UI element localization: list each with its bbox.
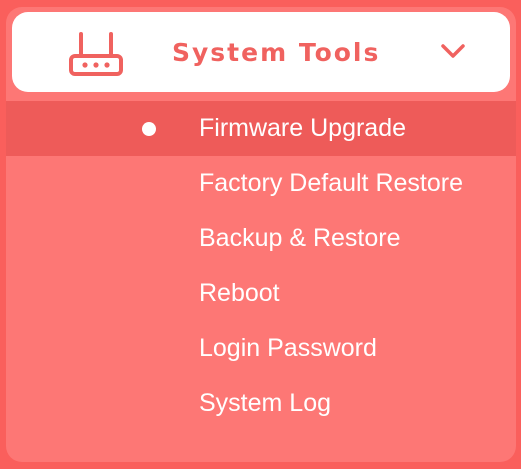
router-icon <box>69 32 123 76</box>
menu-item-label: Reboot <box>199 279 280 307</box>
active-indicator-icon <box>142 122 156 136</box>
menu-item-reboot[interactable]: Reboot <box>6 266 516 321</box>
chevron-down-icon[interactable] <box>440 42 466 60</box>
menu-item-label: Factory Default Restore <box>199 169 463 197</box>
menu-item-label: System Log <box>199 389 332 417</box>
menu-item-label: Firmware Upgrade <box>199 114 407 142</box>
app-frame: System Tools Firmware Upgrade Factory De… <box>0 0 521 469</box>
system-tools-panel: System Tools Firmware Upgrade Factory De… <box>6 7 516 462</box>
menu-item-label: Login Password <box>199 334 377 362</box>
menu-item-firmware-upgrade[interactable]: Firmware Upgrade <box>6 101 516 156</box>
system-tools-header[interactable]: System Tools <box>12 12 510 92</box>
menu-item-factory-default-restore[interactable]: Factory Default Restore <box>6 156 516 211</box>
system-tools-menu: Firmware Upgrade Factory Default Restore… <box>6 101 516 431</box>
menu-item-login-password[interactable]: Login Password <box>6 321 516 376</box>
section-title: System Tools <box>172 38 381 67</box>
menu-item-system-log[interactable]: System Log <box>6 376 516 431</box>
menu-item-backup-restore[interactable]: Backup & Restore <box>6 211 516 266</box>
menu-item-label: Backup & Restore <box>199 224 401 252</box>
